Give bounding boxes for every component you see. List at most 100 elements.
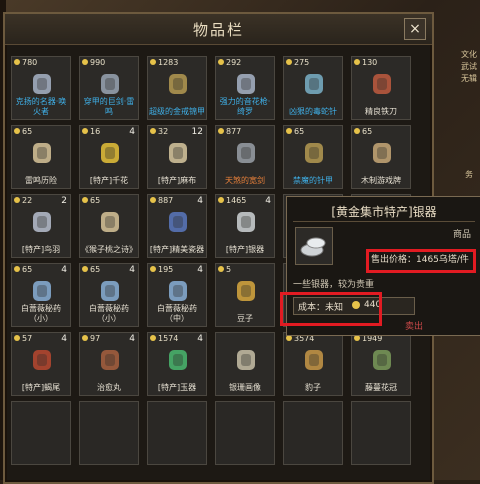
highlight-box-cost <box>280 292 382 326</box>
sword-icon <box>95 69 125 99</box>
feather-icon <box>27 207 57 237</box>
item-price: 22 <box>14 196 32 205</box>
item-name: 强力的音花枪·绮罗 <box>219 97 271 116</box>
item-price: 292 <box>218 58 241 67</box>
inventory-slot[interactable]: 65 4 白蔷薇秘药（小） <box>11 263 71 327</box>
item-name: 银珊画像 <box>229 383 261 392</box>
inventory-slot[interactable]: 195 4 白蔷薇秘药（中） <box>147 263 207 327</box>
item-price-value: 32 <box>158 127 169 136</box>
inventory-slot-empty[interactable] <box>79 401 139 465</box>
inventory-slot[interactable]: 57 4 [特产]蝎尾 <box>11 332 71 396</box>
inventory-slot[interactable]: 银珊画像 <box>215 332 275 396</box>
item-count: 4 <box>197 334 203 344</box>
inventory-slot[interactable]: 780 克扬的名器·唤火者 <box>11 56 71 120</box>
inventory-slot[interactable]: 990 穿甲的巨剑·雷鸣 <box>79 56 139 120</box>
inventory-slot[interactable]: 1949 藤蔓花冠 <box>351 332 411 396</box>
inventory-slot[interactable]: 65 4 白蔷薇秘药（小） <box>79 263 139 327</box>
inventory-slot[interactable]: 97 4 治愈丸 <box>79 332 139 396</box>
inventory-slot[interactable]: 65 《猴子桃之诗》 <box>79 194 139 258</box>
item-price: 1574 <box>150 334 178 343</box>
tail-icon <box>27 345 57 375</box>
item-price-value: 5 <box>226 265 232 274</box>
bg-label: 武试 <box>461 62 477 71</box>
potion-icon <box>27 276 57 306</box>
item-count: 2 <box>61 196 67 206</box>
item-price-value: 887 <box>158 196 174 205</box>
panel-title: 物品栏 <box>192 21 244 39</box>
item-price: 195 <box>150 265 173 274</box>
coin-icon <box>14 197 20 203</box>
item-price-value: 22 <box>22 196 33 205</box>
inventory-slot-empty[interactable] <box>215 401 275 465</box>
inventory-slot[interactable]: 1465 4 [特产]银器 <box>215 194 275 258</box>
item-price: 65 <box>82 196 100 205</box>
sell-button[interactable]: 卖出 <box>405 319 423 332</box>
inventory-slot-empty[interactable] <box>11 401 71 465</box>
inventory-slot-empty[interactable] <box>351 401 411 465</box>
item-name: [特产]鸟羽 <box>21 245 61 254</box>
inventory-slot[interactable]: 65 雷鸣历险 <box>11 125 71 189</box>
item-price-value: 65 <box>22 265 33 274</box>
item-price: 1465 <box>218 196 246 205</box>
item-price-value: 130 <box>362 58 378 67</box>
coin-icon <box>82 59 88 65</box>
inventory-slot[interactable]: 275 凶狠的毒蛇针 <box>283 56 343 120</box>
item-price-value: 275 <box>294 58 310 67</box>
inventory-slot-empty[interactable] <box>283 401 343 465</box>
item-price-value: 65 <box>294 127 305 136</box>
card-icon <box>367 138 397 168</box>
item-price: 16 <box>82 127 100 136</box>
coin-icon <box>218 266 224 272</box>
coin-icon <box>150 197 156 203</box>
item-price-value: 877 <box>226 127 242 136</box>
item-price: 65 <box>354 127 372 136</box>
inventory-slot[interactable]: 22 2 [特产]鸟羽 <box>11 194 71 258</box>
item-price: 275 <box>286 58 309 67</box>
item-name: 藤蔓花冠 <box>365 383 397 392</box>
item-price-value: 65 <box>22 127 33 136</box>
inventory-slot[interactable]: 1283 超级的金戒锦甲 <box>147 56 207 120</box>
item-name: [特产]精美瓷器 <box>149 245 205 254</box>
item-price-value: 16 <box>90 127 101 136</box>
spear-icon <box>231 69 261 99</box>
coin-icon <box>82 335 88 341</box>
item-count: 4 <box>197 265 203 275</box>
inventory-slot[interactable]: 32 12 [特产]麻布 <box>147 125 207 189</box>
item-price-value: 195 <box>158 265 174 274</box>
inventory-slot[interactable]: 16 4 [特产]千花 <box>79 125 139 189</box>
dagger-icon <box>231 138 261 168</box>
coin-icon <box>218 59 224 65</box>
item-count: 12 <box>191 127 203 137</box>
bg-label: 文化 <box>461 50 477 59</box>
pill-icon <box>95 345 125 375</box>
item-count: 4 <box>265 196 271 206</box>
inventory-slot-empty[interactable] <box>147 401 207 465</box>
item-name: 克扬的名器·唤火者 <box>15 97 67 116</box>
item-price-value: 97 <box>90 334 101 343</box>
item-name: 治愈丸 <box>97 383 121 392</box>
armor-icon <box>163 69 193 99</box>
coin-icon <box>218 197 224 203</box>
tooltip-divider <box>293 221 475 222</box>
item-price-value: 780 <box>22 58 38 67</box>
tooltip-item-type: 商品 <box>452 230 471 240</box>
inventory-slot[interactable]: 1574 4 [特产]玉器 <box>147 332 207 396</box>
bg-label: 务 <box>465 170 473 179</box>
coin-icon <box>354 59 360 65</box>
blade-icon <box>367 69 397 99</box>
inventory-slot[interactable]: 887 4 [特产]精美瓷器 <box>147 194 207 258</box>
inventory-slot[interactable]: 877 天煞的宽剑 <box>215 125 275 189</box>
inventory-slot[interactable]: 65 禁魔的针甲 <box>283 125 343 189</box>
inventory-slot[interactable]: 292 强力的音花枪·绮罗 <box>215 56 275 120</box>
inventory-slot[interactable]: 5 豆子 <box>215 263 275 327</box>
coin-icon <box>218 128 224 134</box>
item-name: 天煞的宽剑 <box>225 176 265 185</box>
inventory-slot[interactable]: 3574 豹子 <box>283 332 343 396</box>
inventory-slot[interactable]: 65 木制游戏牌 <box>351 125 411 189</box>
item-price: 57 <box>14 334 32 343</box>
item-price-value: 57 <box>22 334 33 343</box>
item-name: [特产]银器 <box>225 245 265 254</box>
inventory-slot[interactable]: 130 精良铁刀 <box>351 56 411 120</box>
item-price: 780 <box>14 58 37 67</box>
close-button[interactable]: × <box>404 18 426 40</box>
